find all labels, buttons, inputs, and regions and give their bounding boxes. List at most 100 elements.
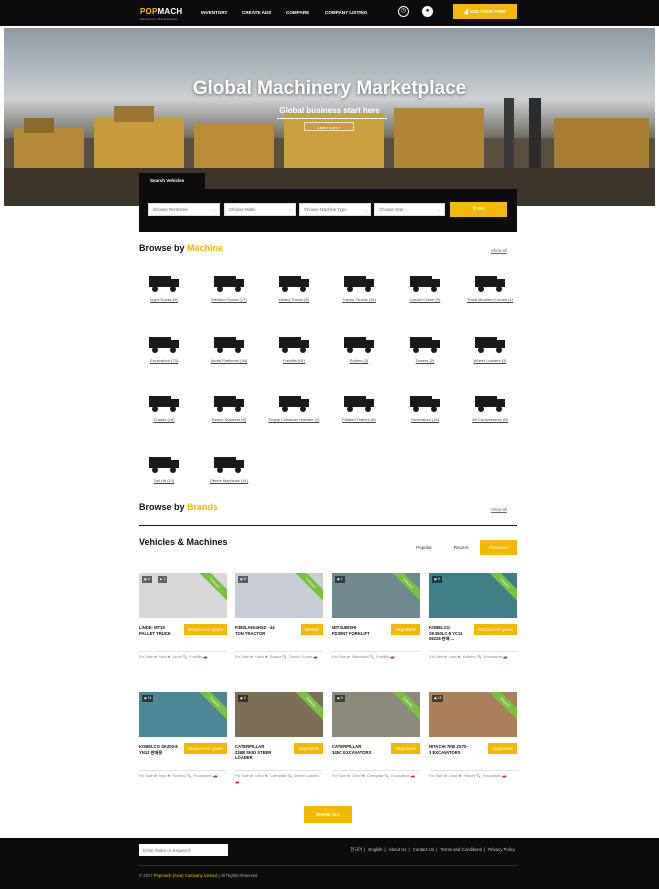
nav-inventory[interactable]: INVENTORY xyxy=(201,10,228,15)
vehicle-title[interactable]: HITACHI 7KB ZX70-3 EXCAVATORS xyxy=(429,744,469,755)
rent-sale-select[interactable]: Choose Rent/Sale ⌄ xyxy=(148,203,220,216)
machine-type-select[interactable]: Choose Machine Type ⌄ xyxy=(299,203,371,216)
copyright-brand-link[interactable]: Popmach (Asia) Company Limited xyxy=(154,873,218,878)
footer-search-input[interactable] xyxy=(139,844,228,856)
vehicle-meta-item[interactable]: Forklifts 🚗 xyxy=(189,655,208,659)
vehicle-meta-item[interactable]: Tractor Trucks 🚗 xyxy=(289,655,318,659)
footer-link-contact[interactable]: Contact Us xyxy=(413,847,434,852)
footer-link-privacy[interactable]: Privacy Policy xyxy=(488,847,515,852)
vehicle-meta-item[interactable]: For Sale ⇄ xyxy=(332,774,350,778)
vehicle-meta-item[interactable]: Caterpillar 🔍 xyxy=(367,774,389,778)
browse-machine-show-all-link[interactable]: Show all xyxy=(491,248,507,253)
category-item[interactable]: Medium Trucks (17) xyxy=(199,270,259,303)
category-item[interactable]: Tail Lift (13) xyxy=(134,451,194,484)
category-item[interactable]: Loader Crane (5) xyxy=(395,270,455,303)
learn-more-button[interactable]: Learn more › xyxy=(304,122,354,131)
vehicle-meta-item[interactable]: New ✱ xyxy=(159,774,171,778)
tab-featured[interactable]: Featured xyxy=(480,540,517,555)
vehicle-card[interactable]: Featured ▣ 8 CATERPILLAR 345C EXCAVATORS Ne… xyxy=(332,692,420,797)
category-item[interactable]: Tractor Trucks (15) xyxy=(329,270,389,303)
vehicle-card[interactable]: Featured ▣ 16 KOBELCO SK200-8 YN12 판매용 Requ… xyxy=(139,692,227,797)
category-item[interactable]: Reach Stackers (6) xyxy=(199,390,259,423)
category-item[interactable]: Forklifts (61) xyxy=(264,331,324,364)
vehicle-image[interactable]: Featured ▣ 1 xyxy=(332,573,420,618)
vehicle-title[interactable]: KOBELCO SK350LC-8 YC11 06228 판매 ... xyxy=(429,625,469,642)
vehicle-title[interactable]: LINDE- MT15 PALLET TRUCK xyxy=(139,625,179,636)
vehicle-card[interactable]: Featured ▣ 1 MITSUBISHI FD30NT FORKLIFT Neg… xyxy=(332,573,420,678)
search-vehicles-tab[interactable]: Search Vehicles xyxy=(139,173,205,189)
vehicle-meta-item[interactable]: New ✱ xyxy=(159,655,171,659)
vehicle-card[interactable]: Featured ▣ 8 P380LA6X4HSZ - 44 TON TRACTOR… xyxy=(235,573,323,678)
category-item[interactable]: Truck-Mounted Lorries (1) xyxy=(460,270,520,303)
vehicle-meta-item[interactable]: For Sale ⇄ xyxy=(429,655,447,659)
browse-brands-show-all-link[interactable]: Show all xyxy=(491,507,507,512)
vehicle-title[interactable]: KOBELCO SK200-8 YN12 판매용 xyxy=(139,744,179,755)
vehicle-meta-item[interactable]: For Sale ⇄ xyxy=(139,655,157,659)
nav-company-listing[interactable]: COMPANY LISTING xyxy=(325,10,367,15)
vehicle-meta-item[interactable]: Used ✱ xyxy=(255,774,268,778)
category-item[interactable]: Flatbed Trailers (6) xyxy=(329,390,389,423)
vehicle-card[interactable]: Featured ▣ 15 HITACHI 7KB ZX70-3 EXCAVATOR… xyxy=(429,692,517,797)
vehicle-meta-item[interactable]: Forklifts 🚗 xyxy=(376,655,395,659)
vehicle-image[interactable]: Featured ▣ 8 xyxy=(429,573,517,618)
show-all-vehicles-button[interactable]: SHOW ALL xyxy=(304,806,352,823)
vehicle-meta-item[interactable]: Excavators 🚗 xyxy=(483,774,507,778)
vehicle-meta-item[interactable]: Hitachi 🔍 xyxy=(464,774,481,778)
footer-link-english[interactable]: English xyxy=(368,847,382,852)
vehicle-image[interactable]: Featured ▣ 8 xyxy=(332,692,420,737)
vehicle-meta-item[interactable]: For Sale ⇄ xyxy=(429,774,447,778)
vehicle-image[interactable]: Featured ▣ 16 xyxy=(139,692,227,737)
category-item[interactable]: Others Machines (41) xyxy=(199,451,259,484)
vehicle-meta-item[interactable]: Used ✱ xyxy=(255,655,268,659)
vehicle-meta-item[interactable]: Scania 🔍 xyxy=(270,655,287,659)
vehicle-image[interactable]: Featured ▣ 6 ▶ 1 xyxy=(139,573,227,618)
vehicle-card[interactable]: Featured ▣ 9 CATERPILLAR 226B SKID STEER L… xyxy=(235,692,323,797)
search-button[interactable]: ⚲ GO xyxy=(450,202,507,217)
vehicle-meta-item[interactable]: Used ✱ xyxy=(449,774,462,778)
add-your-firm-button[interactable]: ▟ ADD YOUR FIRM xyxy=(453,4,517,19)
footer-link-terms[interactable]: Terms and Conditions xyxy=(440,847,482,852)
vehicle-meta-item[interactable]: Linde 🔍 xyxy=(173,655,188,659)
dashboard-icon[interactable]: ◷ xyxy=(398,6,409,17)
vehicle-title[interactable]: P380LA6X4HSZ - 44 TON TRACTOR xyxy=(235,625,275,636)
vehicle-title[interactable]: MITSUBISHI FD30NT FORKLIFT xyxy=(332,625,372,636)
vehicle-meta-item[interactable]: New ✱ xyxy=(449,655,461,659)
vehicle-meta-item[interactable]: Kobelco 🔍 xyxy=(463,655,482,659)
vehicle-meta-item[interactable]: Caterpillar 🔍 xyxy=(270,774,292,778)
vehicle-title[interactable]: CATERPILLAR 345C EXCAVATORS xyxy=(332,744,372,755)
category-item[interactable]: Air Compressors (6) xyxy=(460,390,520,423)
vehicle-meta-item[interactable]: For Sale ⇄ xyxy=(235,655,253,659)
vehicle-meta-item[interactable]: Used ✱ xyxy=(352,774,365,778)
vehicle-meta-item[interactable]: Excavators 🚗 xyxy=(484,655,508,659)
category-item[interactable]: Heavy Trucks (8) xyxy=(264,270,324,303)
site-logo[interactable]: POPMACH Machinery Marketplace xyxy=(140,7,182,21)
make-select[interactable]: Choose Make ⌄ xyxy=(224,203,296,216)
vehicle-card[interactable]: Featured ▣ 8 KOBELCO SK350LC-8 YC11 06228 … xyxy=(429,573,517,678)
vehicle-meta-item[interactable]: For Sale ⇄ xyxy=(235,774,253,778)
vehicle-meta-item[interactable]: Kobelco 🔍 xyxy=(173,774,192,778)
vehicle-image[interactable]: Featured ▣ 15 xyxy=(429,692,517,737)
category-item[interactable]: Rollers (3) xyxy=(329,331,389,364)
category-item[interactable]: Aerial Platforms (46) xyxy=(199,331,259,364)
vehicle-meta-item[interactable]: Mitsubishi 🔍 xyxy=(352,655,374,659)
category-item[interactable]: Wheel Loaders (3) xyxy=(460,331,520,364)
category-item[interactable]: Cranes (18) xyxy=(134,390,194,423)
vehicle-title[interactable]: CATERPILLAR 226B SKID STEER LOADER xyxy=(235,744,275,761)
vehicle-meta-item[interactable]: For Sale ⇄ xyxy=(332,655,350,659)
year-select[interactable]: Choose Year ⌄ xyxy=(374,203,445,216)
vehicle-image[interactable]: Featured ▣ 9 xyxy=(235,692,323,737)
tab-recent[interactable]: Recent xyxy=(447,540,475,555)
user-icon[interactable]: ● xyxy=(422,6,433,17)
vehicle-meta-item[interactable]: For Sale ⇄ xyxy=(139,774,157,778)
vehicle-image[interactable]: Featured ▣ 8 xyxy=(235,573,323,618)
vehicle-card[interactable]: Featured ▣ 6 ▶ 1 LINDE- MT15 PALLET TRUCK Re… xyxy=(139,573,227,678)
category-item[interactable]: Light Trucks (5) xyxy=(134,270,194,303)
footer-link-about[interactable]: About Us xyxy=(389,847,407,852)
vehicle-meta-item[interactable]: Excavators 🚗 xyxy=(194,774,218,778)
tab-popular[interactable]: Popular xyxy=(409,540,439,555)
category-item[interactable]: Empty Container Handler (2) xyxy=(264,390,324,423)
vehicle-meta-item[interactable]: Excavators 🚗 xyxy=(391,774,415,778)
category-item[interactable]: Generators (13) xyxy=(395,390,455,423)
category-item[interactable]: Dozers (2) xyxy=(395,331,455,364)
nav-compare[interactable]: COMPARE xyxy=(286,10,309,15)
